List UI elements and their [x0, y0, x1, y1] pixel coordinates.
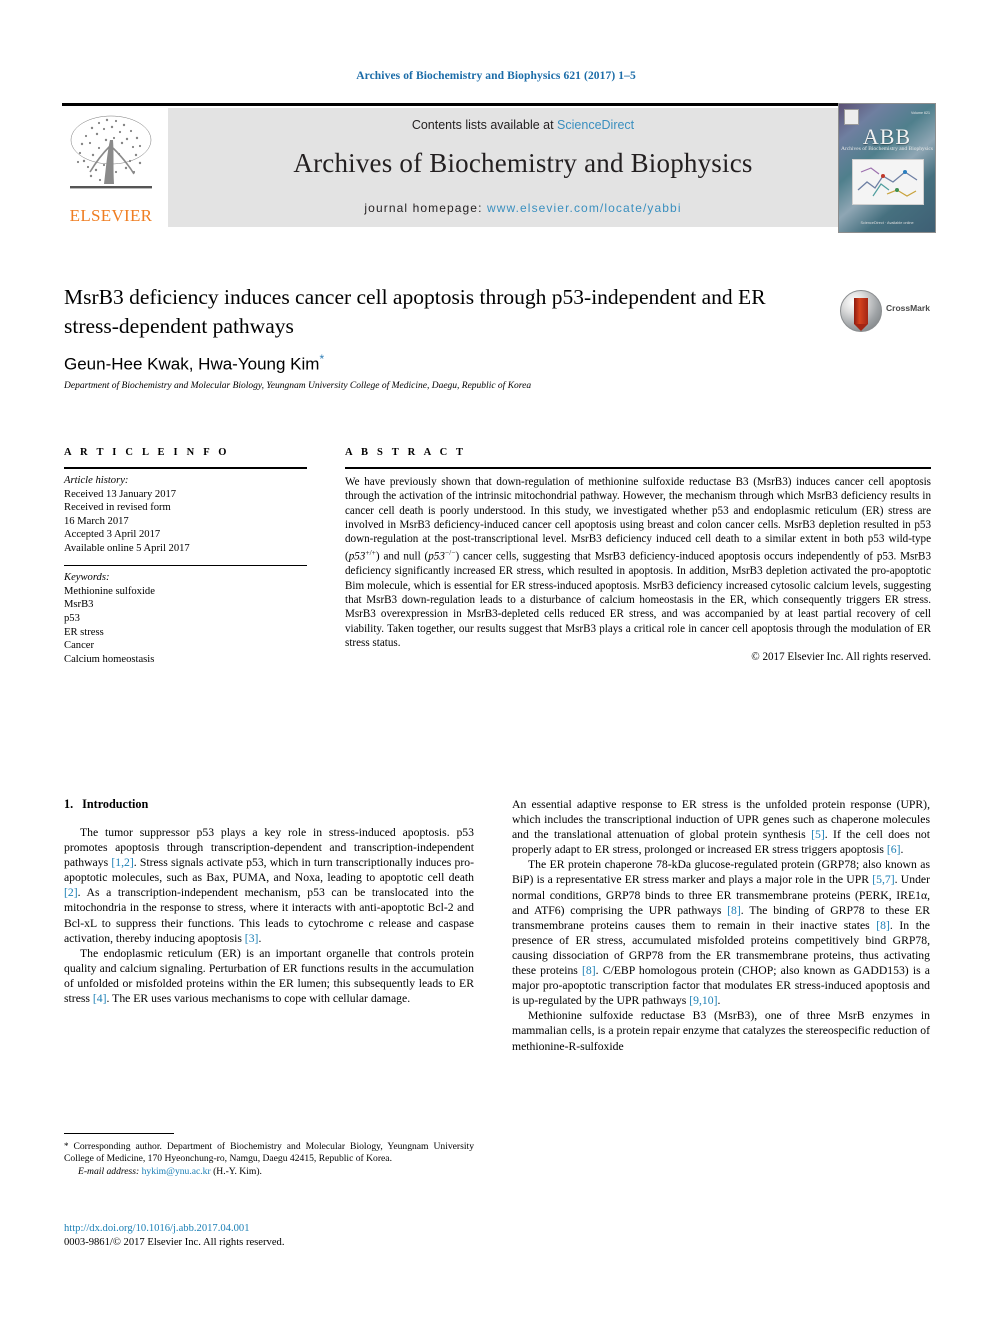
p53-wt-italic: p53 [348, 551, 366, 564]
crossmark-label: CrossMark [886, 303, 930, 313]
corresponding-author-note: Corresponding author. Department of Bioc… [64, 1141, 474, 1165]
paragraph-text: . [717, 994, 721, 1008]
abstract-copyright: © 2017 Elsevier Inc. All rights reserved… [751, 651, 931, 664]
elsevier-wordmark: ELSEVIER [69, 206, 153, 225]
keyword-item: Methionine sulfoxide [64, 585, 155, 597]
footnote-block: * Corresponding author. Department of Bi… [64, 1140, 474, 1178]
citation-link[interactable]: [8] [582, 964, 596, 977]
paragraph: Methionine sulfoxide reductase B3 (MsrB3… [512, 1009, 930, 1053]
crossmark-icon [840, 290, 882, 332]
p53-null-superscript: −/− [444, 548, 456, 558]
email-address-label: E-mail address: [78, 1165, 140, 1177]
paragraph: The tumor suppressor p53 plays a key rol… [64, 825, 474, 946]
cover-footer-label: ScienceDirect · Available online [860, 221, 914, 225]
crossmark-ribbon-icon [854, 298, 868, 331]
paragraph-text: . The ER uses various mechanisms to cope… [106, 992, 411, 1006]
homepage-url-link[interactable]: www.elsevier.com/locate/yabbi [487, 201, 682, 215]
paragraph: The ER protein chaperone 78-kDa glucose-… [512, 857, 930, 1008]
paper-page: Archives of Biochemistry and Biophysics … [0, 0, 992, 1323]
article-info-panel: A R T I C L E I N F O Article history: R… [64, 447, 307, 666]
article-history-label: Article history: [64, 475, 129, 486]
citation-link[interactable]: [4] [93, 992, 107, 1005]
history-item: Received 13 January 2017 [64, 488, 177, 500]
keywords-label: Keywords: [64, 572, 110, 584]
abstract-mid: ) and null ( [375, 551, 429, 564]
elsevier-logo: ELSEVIER [62, 108, 160, 227]
citation-link[interactable]: [9,10] [689, 994, 717, 1007]
cover-issue-label: Volume 621 [911, 111, 930, 115]
article-history-group: Article history: Received 13 January 201… [64, 469, 307, 556]
paragraph-text: The ER protein chaperone 78-kDa glucose-… [512, 858, 930, 887]
history-item: Accepted 3 April 2017 [64, 529, 161, 541]
abstract-heading: A B S T R A C T [345, 447, 467, 458]
email-suffix: (H.-Y. Kim). [210, 1165, 262, 1177]
paragraph-text: . As a transcription-independent mechani… [64, 886, 474, 945]
keyword-item: MsrB3 [64, 599, 94, 611]
molecule-diagram-icon [853, 160, 923, 204]
citation-link[interactable]: [3] [245, 932, 259, 945]
citation-link[interactable]: [6] [887, 843, 901, 856]
journal-homepage-line: journal homepage: www.elsevier.com/locat… [168, 201, 878, 215]
article-info-heading: A R T I C L E I N F O [64, 447, 230, 458]
corresponding-author-mark: * [319, 352, 325, 366]
journal-masthead: ELSEVIER Contents lists available at Sci… [62, 103, 930, 231]
section-heading-introduction: 1. Introduction [64, 797, 474, 812]
keyword-item: ER stress [64, 626, 104, 638]
keyword-item: p53 [64, 612, 80, 624]
paragraph: The endoplasmic reticulum (ER) is an imp… [64, 946, 474, 1006]
section-number: 1. [64, 797, 74, 811]
journal-cover-thumbnail: Volume 621 ABB Archives of Biochemistry … [838, 103, 936, 233]
email-link[interactable]: hykim@ynu.ac.kr [142, 1166, 211, 1177]
history-item: 16 March 2017 [64, 515, 129, 527]
doi-link[interactable]: http://dx.doi.org/10.1016/j.abb.2017.04.… [64, 1222, 474, 1236]
citation-link[interactable]: [5,7] [872, 873, 894, 886]
paragraph-text: . [258, 931, 262, 945]
issn-copyright-line: 0003-9861/© 2017 Elsevier Inc. All right… [64, 1237, 285, 1248]
citation-link[interactable]: [8] [876, 919, 890, 932]
section-title: Introduction [82, 797, 149, 811]
title-block: MsrB3 deficiency induces cancer cell apo… [64, 283, 824, 341]
imprint-block: http://dx.doi.org/10.1016/j.abb.2017.04.… [64, 1222, 474, 1250]
citation-link[interactable]: [5] [811, 828, 825, 841]
p53-null-italic: p53 [428, 551, 445, 564]
p53-wt-superscript: +/+ [365, 548, 376, 558]
abstract-text: We have previously shown that down-regul… [345, 469, 931, 650]
author-list: Geun-Hee Kwak, Hwa-Young Kim* [64, 352, 324, 375]
masthead-top-rule [62, 103, 930, 106]
history-item: Received in revised form [64, 502, 171, 514]
cover-structure-image [852, 159, 924, 205]
author-names: Geun-Hee Kwak, Hwa-Young Kim [64, 354, 320, 374]
contents-prefix: Contents lists available at [411, 118, 558, 132]
running-head: Archives of Biochemistry and Biophysics … [356, 70, 636, 82]
body-column-left: 1. Introduction The tumor suppressor p53 … [64, 797, 474, 1006]
citation-link[interactable]: [8] [727, 904, 741, 917]
footnote-rule [64, 1133, 174, 1135]
keyword-item: Calcium homeostasis [64, 653, 155, 665]
keyword-item: Cancer [64, 640, 94, 652]
cover-badge-icon [844, 109, 859, 125]
paragraph: An essential adaptive response to ER str… [512, 797, 930, 857]
history-item: Available online 5 April 2017 [64, 542, 190, 554]
sciencedirect-link[interactable]: ScienceDirect [557, 118, 634, 132]
elsevier-tree-icon [70, 115, 152, 189]
journal-title: Archives of Biochemistry and Biophysics [293, 148, 753, 178]
crossmark-badge[interactable]: CrossMark [840, 288, 936, 334]
body-column-right: An essential adaptive response to ER str… [512, 797, 930, 1054]
citation-link[interactable]: [1,2] [111, 856, 133, 869]
page-title: MsrB3 deficiency induces cancer cell apo… [64, 285, 766, 338]
citation-link[interactable]: [2] [64, 886, 78, 899]
keywords-group: Keywords: Methionine sulfoxide MsrB3 p53… [64, 566, 307, 666]
abstract-part-2: ) cancer cells, suggesting that MsrB3 de… [345, 551, 931, 649]
abstract-panel: A B S T R A C T We have previously shown… [345, 447, 931, 663]
contents-line: Contents lists available at ScienceDirec… [168, 118, 878, 132]
affiliation: Department of Biochemistry and Molecular… [64, 381, 532, 391]
cover-subtitle: Archives of Biochemistry and Biophysics [841, 146, 933, 152]
paragraph-text: . [900, 843, 904, 857]
homepage-prefix: journal homepage: [364, 201, 487, 215]
